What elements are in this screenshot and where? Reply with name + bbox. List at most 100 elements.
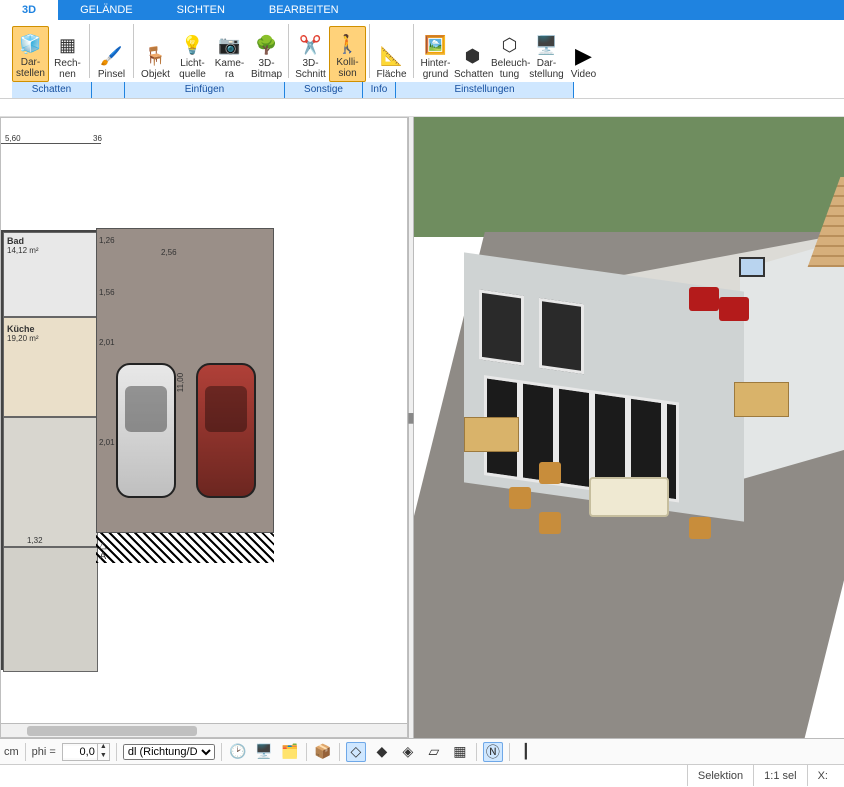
room-esszimmer	[3, 417, 98, 547]
bitmap-button[interactable]: 🌳 3D- Bitmap	[248, 28, 285, 82]
hatch-pattern	[96, 533, 274, 563]
snap-c-icon[interactable]: ◈	[398, 742, 418, 762]
schatten-button[interactable]: ⬢ Schatten	[454, 39, 491, 82]
tab-3d[interactable]: 3D	[0, 0, 58, 20]
person-icon: 🚶	[330, 31, 365, 57]
armchair	[689, 287, 719, 311]
tab-gelaende[interactable]: GELÄNDE	[58, 0, 155, 20]
lichtquelle-button[interactable]: 💡 Licht- quelle	[174, 28, 211, 82]
dim-label: 1,32	[27, 536, 43, 545]
monitor-icon[interactable]: 🖥️	[254, 742, 274, 762]
staircase	[808, 177, 844, 267]
chair-icon: 🪑	[137, 43, 174, 69]
hintergrund-button[interactable]: 🖼️ Hinter- grund	[417, 28, 454, 82]
bulb-icon: 💡	[174, 32, 211, 58]
room-label-bad: Bad14,12 m²	[7, 236, 39, 255]
status-bar: Selektion 1:1 sel X:	[0, 764, 844, 786]
snap-a-icon[interactable]: ◇	[346, 742, 366, 762]
status-coord-x: X:	[807, 765, 838, 786]
objekt-button[interactable]: 🪑 Objekt	[137, 39, 174, 82]
unit-label: cm	[4, 746, 19, 758]
dim-label: 5,60	[5, 134, 21, 143]
window	[479, 289, 524, 365]
flaeche-button[interactable]: 📐 Fläche	[373, 39, 410, 82]
dl-select[interactable]: dl (Richtung/Di	[123, 744, 215, 760]
outdoor-chair	[539, 462, 561, 484]
separator	[89, 24, 90, 78]
status-selektion: Selektion	[687, 765, 753, 786]
separator	[339, 743, 340, 761]
box-icon[interactable]: 📦	[313, 742, 333, 762]
separator	[133, 24, 134, 78]
darstellung-button[interactable]: 🖥️ Dar- stellung	[528, 28, 565, 82]
dim-label: 2,01	[99, 438, 115, 447]
floorplan-view[interactable]: 5,60 36 Bad14,12 m² Küche19,20 m² 1,26	[0, 117, 408, 738]
group-schatten: Schatten	[12, 82, 92, 98]
group-sonstige: Sonstige	[285, 82, 363, 98]
tv	[739, 257, 765, 277]
ribbon: 🧊 Dar- stellen ▦ Rech- nen 🖌️ Pinsel 🪑 O…	[0, 20, 844, 99]
phi-label: phi =	[32, 746, 56, 758]
dim-label: 36	[93, 134, 102, 143]
room-wohnzimmer	[3, 547, 98, 672]
beleuchtung-button[interactable]: ⬡ Beleuch- tung	[491, 28, 528, 82]
outdoor-sofa	[589, 477, 669, 517]
north-icon[interactable]: Ⓝ	[483, 742, 503, 762]
dim-label: 1,56	[99, 288, 115, 297]
dimension-line	[1, 143, 101, 144]
scrollbar-thumb[interactable]	[27, 726, 197, 736]
layers-icon[interactable]: 🗂️	[280, 742, 300, 762]
outdoor-chair	[509, 487, 531, 509]
window	[539, 298, 584, 374]
dim-label: 11,00	[176, 373, 185, 392]
outdoor-chair	[539, 512, 561, 534]
outdoor-table	[464, 417, 519, 452]
section-marker: △ A	[99, 540, 107, 562]
separator	[25, 743, 26, 761]
background-icon: 🖼️	[417, 32, 454, 58]
tree-icon: 🌳	[248, 32, 285, 58]
dim-label: 2,01	[99, 338, 115, 347]
kollision-button[interactable]: 🚶 Kolli- sion	[329, 26, 366, 82]
phi-spin-up[interactable]: ▲	[97, 743, 109, 752]
separator	[413, 24, 414, 78]
schnitt-button[interactable]: ✂️ 3D- Schnitt	[292, 28, 329, 82]
darstellen-button[interactable]: 🧊 Dar- stellen	[12, 26, 49, 82]
grid-icon[interactable]: ▦	[450, 742, 470, 762]
shadow-icon: ⬢	[454, 43, 491, 69]
group-info: Info	[363, 82, 396, 98]
lighting-icon: ⬡	[491, 32, 528, 58]
separator	[306, 743, 307, 761]
vline-icon[interactable]: ┃	[516, 742, 536, 762]
kamera-button[interactable]: 📷 Kame- ra	[211, 28, 248, 82]
tab-sichten[interactable]: SICHTEN	[155, 0, 247, 20]
phi-input[interactable]	[63, 746, 97, 758]
wireframe-icon: ▦	[49, 32, 86, 58]
tab-bearbeiten[interactable]: BEARBEITEN	[247, 0, 361, 20]
workspace: 5,60 36 Bad14,12 m² Küche19,20 m² 1,26	[0, 117, 844, 738]
armchair	[719, 297, 749, 321]
horizontal-scrollbar[interactable]	[1, 723, 407, 737]
cube-icon: 🧊	[13, 31, 48, 57]
outdoor-table	[734, 382, 789, 417]
snap-b-icon[interactable]: ◆	[372, 742, 392, 762]
phi-spin-down[interactable]: ▼	[97, 752, 109, 761]
area-icon: 📐	[373, 43, 410, 69]
3d-view[interactable]	[414, 117, 844, 738]
snap-d-icon[interactable]: ▱	[424, 742, 444, 762]
group-einfuegen: Einfügen	[125, 82, 285, 98]
room-label-kueche: Küche19,20 m²	[7, 324, 39, 343]
group-pinsel	[92, 82, 125, 98]
separator	[369, 24, 370, 78]
camera-icon: 📷	[211, 32, 248, 58]
pinsel-button[interactable]: 🖌️ Pinsel	[93, 39, 130, 82]
display-icon: 🖥️	[528, 32, 565, 58]
video-button[interactable]: ▶ Video	[565, 39, 602, 82]
outdoor-chair	[689, 517, 711, 539]
clock-icon[interactable]: 🕑	[228, 742, 248, 762]
house-model	[464, 147, 844, 527]
brush-icon: 🖌️	[93, 43, 130, 69]
rechnen-button[interactable]: ▦ Rech- nen	[49, 28, 86, 82]
separator	[288, 24, 289, 78]
main-tab-strip: 3D GELÄNDE SICHTEN BEARBEITEN	[0, 0, 844, 20]
